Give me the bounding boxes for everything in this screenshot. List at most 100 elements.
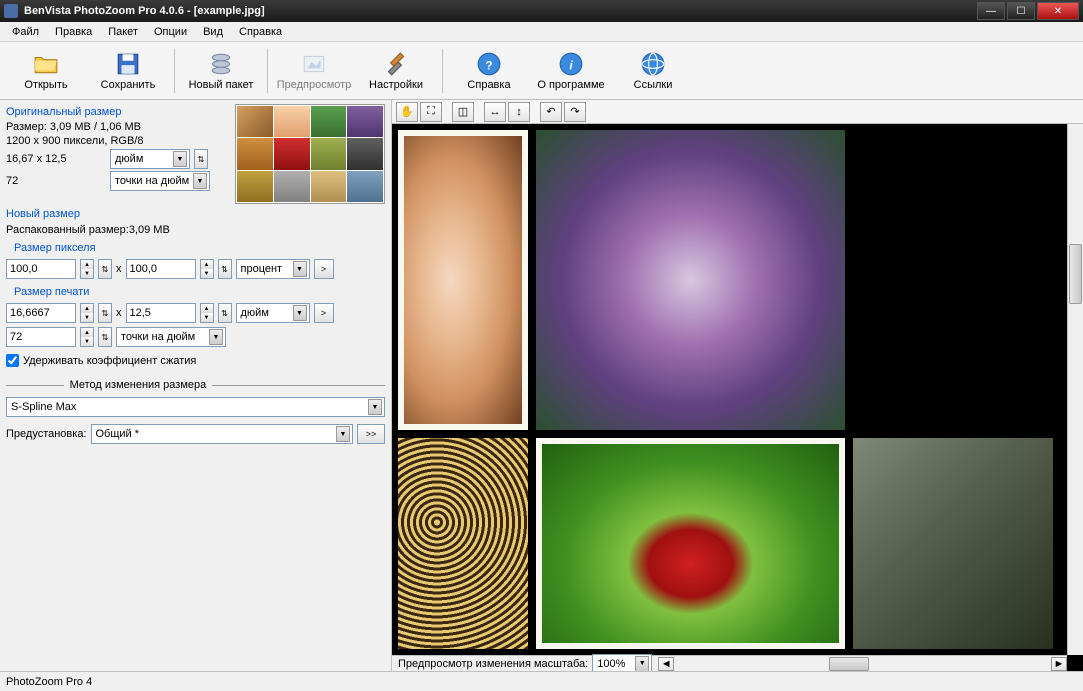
thumbnail-preview [235, 104, 385, 204]
horizontal-scroll-track[interactable] [692, 657, 1033, 671]
pixel-height-input[interactable] [126, 259, 196, 279]
preset-combo[interactable]: Общий *▼ [91, 424, 354, 444]
scroll-left-button[interactable]: ◄ [658, 657, 674, 671]
about-button[interactable]: i О программе [531, 45, 611, 97]
flip-h-button[interactable]: ↔ [484, 102, 506, 122]
vertical-scrollbar[interactable] [1067, 124, 1083, 655]
preview-photo [536, 130, 845, 430]
toolbar-label: О программе [537, 79, 604, 91]
maximize-button[interactable]: ☐ [1007, 2, 1035, 20]
chevron-down-icon: ▼ [193, 173, 207, 189]
status-text: PhotoZoom Pro 4 [6, 676, 92, 688]
flip-vertical-icon: ↕ [516, 106, 522, 118]
new-size-title: Новый размер [6, 206, 385, 222]
hand-icon: ✋ [400, 105, 414, 118]
minimize-button[interactable]: — [977, 2, 1005, 20]
svg-text:?: ? [485, 58, 492, 72]
flip-horizontal-icon: ↔ [490, 106, 501, 118]
spinner[interactable]: ▲▼ [80, 303, 94, 323]
links-button[interactable]: Ссылки [613, 45, 693, 97]
tools-icon [383, 51, 409, 77]
toolbar-label: Ссылки [634, 79, 673, 91]
selection-icon: ⛶ [427, 105, 435, 118]
unpacked-size: Распакованный размер:3,09 MB [6, 224, 385, 236]
menu-help[interactable]: Справка [231, 24, 290, 40]
original-print-unit-combo[interactable]: дюйм▼ [110, 149, 190, 169]
menu-options[interactable]: Опции [146, 24, 195, 40]
pixel-size-title: Размер пикселя [6, 240, 385, 256]
spinner[interactable]: ▲▼ [80, 259, 94, 279]
spinner[interactable]: ▲▼ [200, 303, 214, 323]
undo-icon: ↶ [546, 105, 555, 118]
window-title: BenVista PhotoZoom Pro 4.0.6 - [example.… [24, 5, 977, 17]
menu-view[interactable]: Вид [195, 24, 231, 40]
preset-more-button[interactable]: >> [357, 424, 385, 444]
toolbar-label: Открыть [24, 79, 67, 91]
lock-button[interactable]: ⇅ [218, 259, 232, 279]
spinner[interactable]: ▲▼ [200, 259, 214, 279]
print-dpi-unit-combo[interactable]: точки на дюйм▼ [116, 327, 226, 347]
close-button[interactable]: ✕ [1037, 2, 1079, 20]
horizontal-scrollbar: Предпросмотр изменения масштаба: 100%▼ ◄… [392, 655, 1067, 671]
print-unit-combo[interactable]: дюйм▼ [236, 303, 310, 323]
original-print-size: 16,67 x 12,5 [6, 153, 106, 165]
keep-ratio-label: Удерживать коэффициент сжатия [23, 355, 196, 367]
toolbar-separator [267, 49, 268, 93]
lock-button[interactable]: ⇅ [98, 259, 112, 279]
go-button[interactable]: > [314, 303, 334, 323]
pixel-unit-combo[interactable]: процент▼ [236, 259, 310, 279]
go-button[interactable]: > [314, 259, 334, 279]
chevron-down-icon: ▼ [635, 656, 649, 672]
hand-tool-button[interactable]: ✋ [396, 102, 418, 122]
save-button[interactable]: Сохранить [88, 45, 168, 97]
flip-v-button[interactable]: ↕ [508, 102, 530, 122]
toolbar-separator [442, 49, 443, 93]
preset-label: Предустановка: [6, 428, 87, 440]
scrollbar-thumb[interactable] [829, 657, 869, 671]
chevron-down-icon: ▼ [293, 261, 307, 277]
chevron-down-icon: ▼ [368, 399, 382, 415]
undo-button[interactable]: ↶ [540, 102, 562, 122]
zoom-combo[interactable]: 100%▼ [592, 654, 652, 672]
toolbar: Открыть Сохранить Новый пакет Предпросмо… [0, 42, 1083, 100]
pixel-width-input[interactable] [6, 259, 76, 279]
lock-button[interactable]: ⇅ [98, 303, 112, 323]
open-button[interactable]: Открыть [6, 45, 86, 97]
chevron-down-icon: ▼ [173, 151, 187, 167]
resize-method-combo[interactable]: S-Spline Max▼ [6, 397, 385, 417]
lock-button[interactable]: ⇅ [218, 303, 232, 323]
globe-icon [640, 51, 666, 77]
select-tool-button[interactable]: ⛶ [420, 102, 442, 122]
chevron-down-icon: ▼ [293, 305, 307, 321]
menu-file[interactable]: Файл [4, 24, 47, 40]
preview-photo [398, 130, 528, 430]
menu-edit[interactable]: Правка [47, 24, 100, 40]
original-dpi-unit-combo[interactable]: точки на дюйм▼ [110, 171, 210, 191]
info-icon: i [558, 51, 584, 77]
print-height-input[interactable] [126, 303, 196, 323]
help-button[interactable]: ? Справка [449, 45, 529, 97]
lock-button[interactable]: ⇅ [98, 327, 112, 347]
preview-area: ✋ ⛶ ◫ ↔ ↕ ↶ ↷ [392, 100, 1083, 671]
original-size-title: Оригинальный размер [6, 104, 229, 120]
scroll-right-button[interactable]: ► [1051, 657, 1067, 671]
new-batch-button[interactable]: Новый пакет [181, 45, 261, 97]
chevron-down-icon: ▼ [209, 329, 223, 345]
crop-tool-button[interactable]: ◫ [452, 102, 474, 122]
left-panel: Оригинальный размер Размер: 3,09 MB / 1,… [0, 100, 392, 671]
print-width-input[interactable] [6, 303, 76, 323]
lock-button[interactable]: ⇅ [194, 149, 208, 169]
preview-button[interactable]: Предпросмотр [274, 45, 354, 97]
redo-button[interactable]: ↷ [564, 102, 586, 122]
scrollbar-thumb[interactable] [1069, 244, 1082, 304]
settings-button[interactable]: Настройки [356, 45, 436, 97]
keep-ratio-checkbox[interactable] [6, 354, 19, 367]
toolbar-label: Сохранить [101, 79, 156, 91]
menu-batch[interactable]: Пакет [100, 24, 146, 40]
menubar: Файл Правка Пакет Опции Вид Справка [0, 22, 1083, 42]
spinner[interactable]: ▲▼ [80, 327, 94, 347]
print-dpi-input[interactable] [6, 327, 76, 347]
statusbar: PhotoZoom Pro 4 [0, 671, 1083, 691]
titlebar: BenVista PhotoZoom Pro 4.0.6 - [example.… [0, 0, 1083, 22]
canvas[interactable]: Предпросмотр изменения масштаба: 100%▼ ◄… [392, 124, 1083, 671]
